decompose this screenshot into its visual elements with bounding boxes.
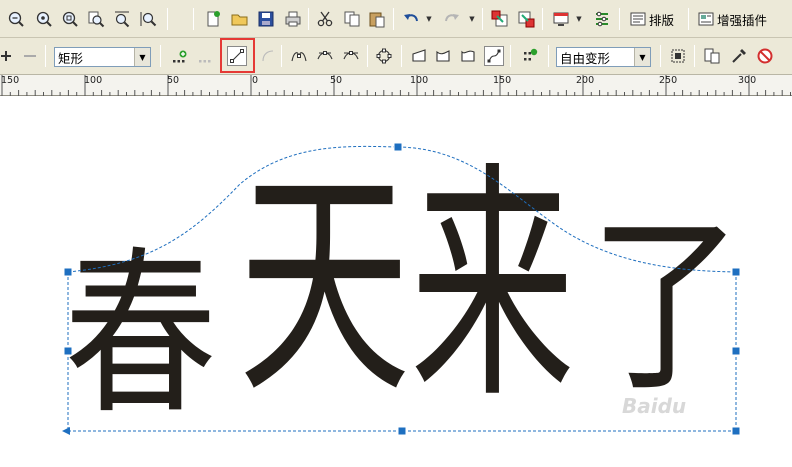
save-icon[interactable] (256, 9, 276, 29)
ruler-label: 100 (84, 75, 103, 86)
redo-icon[interactable] (442, 9, 462, 29)
toolbar-separator (167, 8, 168, 30)
toolbar-separator (482, 8, 483, 30)
standard-toolbar: ▼ ▼ ▼ 排版 增强插件 (0, 0, 792, 38)
toolbar-separator (510, 45, 511, 67)
join-nodes-icon[interactable] (170, 46, 190, 66)
shape-combo[interactable]: 矩形 ▼ (54, 47, 151, 67)
shape-combo-value: 矩形 (58, 50, 84, 66)
toolbar-separator (45, 45, 46, 67)
open-icon[interactable] (230, 9, 250, 29)
envelope-node-handle[interactable] (63, 267, 73, 277)
envelope-double-arc-icon[interactable] (458, 46, 478, 66)
horizontal-ruler: 150 100 50 0 50 100 150 200 250 300 (0, 75, 792, 96)
zoom-to-all-icon[interactable] (60, 9, 80, 29)
toolbar-separator (367, 45, 368, 67)
ruler-label: 150 (1, 75, 20, 86)
zoom-out-icon[interactable] (6, 9, 26, 29)
ruler-label: 200 (576, 75, 595, 86)
toolbar-separator (548, 45, 549, 67)
plugin-button[interactable]: 增强插件 (698, 8, 767, 30)
plugin-button-label: 增强插件 (717, 12, 768, 28)
application-launcher-icon[interactable] (551, 9, 571, 29)
transform-mode-value: 自由变形 (560, 50, 611, 66)
eyedropper-icon[interactable] (729, 46, 749, 66)
layout-button[interactable]: 排版 (630, 8, 674, 30)
highlight-box (220, 38, 255, 73)
toolbar-separator (660, 45, 661, 67)
plugin-icon (698, 12, 714, 26)
toolbar-separator (281, 45, 282, 67)
envelope-top-curve[interactable] (67, 145, 737, 273)
toolbar-separator (160, 45, 161, 67)
export-icon[interactable] (516, 9, 536, 29)
cut-icon[interactable] (315, 9, 335, 29)
print-icon[interactable] (283, 9, 303, 29)
toolbar-separator (308, 8, 309, 30)
launcher-dropdown-icon[interactable]: ▼ (575, 9, 583, 29)
toolbar-separator (619, 8, 620, 30)
symmetrical-node-icon[interactable] (341, 46, 361, 66)
property-bar: 矩形 ▼ 自由变形 ▼ (0, 38, 792, 75)
toolbar-separator (688, 8, 689, 30)
break-curve-icon[interactable] (196, 46, 216, 66)
copy-icon[interactable] (342, 9, 362, 29)
delete-node-icon[interactable] (20, 46, 40, 66)
envelope-node-handle[interactable] (397, 426, 407, 436)
watermark: Baidu (622, 394, 687, 418)
toolbar-separator (401, 45, 402, 67)
undo-icon[interactable] (401, 9, 421, 29)
ruler-label: 0 (252, 75, 259, 86)
to-curve-icon[interactable] (258, 46, 278, 66)
ruler-label: 100 (410, 75, 429, 86)
zoom-to-selected-icon[interactable] (34, 9, 54, 29)
envelope-node-handle[interactable] (63, 346, 73, 356)
envelope-straight-line-icon[interactable] (409, 46, 429, 66)
envelope-node-handle[interactable] (731, 426, 741, 436)
ruler-label: 250 (659, 75, 678, 86)
align-nodes-icon[interactable] (374, 46, 394, 66)
chevron-down-icon[interactable]: ▼ (634, 48, 650, 66)
redo-dropdown-icon[interactable]: ▼ (468, 9, 476, 29)
transform-mode-combo[interactable]: 自由变形 ▼ (556, 47, 651, 67)
envelope-unconstrained-icon[interactable] (484, 46, 504, 66)
create-envelope-from-icon[interactable] (668, 46, 688, 66)
toolbar-separator (694, 45, 695, 67)
toolbar-separator (193, 8, 194, 30)
paste-icon[interactable] (367, 9, 387, 29)
ruler-label: 150 (493, 75, 512, 86)
zoom-to-page-icon[interactable] (86, 9, 106, 29)
envelope-node-handle[interactable] (731, 267, 741, 277)
add-preset-icon[interactable] (520, 46, 540, 66)
envelope-node-handle[interactable] (731, 346, 741, 356)
zoom-to-page-height-icon[interactable] (138, 9, 158, 29)
new-document-icon[interactable] (203, 9, 223, 29)
layout-icon (630, 12, 646, 26)
drawing-canvas[interactable]: 春 天 来 了 Baidu (0, 96, 792, 467)
ruler-label: 50 (330, 75, 343, 86)
clear-envelope-icon[interactable] (755, 46, 775, 66)
convert-to-curves-icon[interactable] (702, 46, 722, 66)
ruler-label: 300 (738, 75, 757, 86)
envelope-single-arc-icon[interactable] (433, 46, 453, 66)
toolbar-separator (393, 8, 394, 30)
chevron-down-icon[interactable]: ▼ (134, 48, 150, 66)
smooth-node-icon[interactable] (315, 46, 335, 66)
undo-dropdown-icon[interactable]: ▼ (425, 9, 433, 29)
add-node-icon[interactable] (0, 46, 12, 66)
envelope-node-handle[interactable] (393, 142, 403, 152)
import-icon[interactable] (490, 9, 510, 29)
ruler-label: 50 (167, 75, 180, 86)
layout-button-label: 排版 (649, 12, 675, 28)
zoom-to-page-width-icon[interactable] (112, 9, 132, 29)
options-icon[interactable] (592, 9, 612, 29)
envelope-node-handle[interactable] (62, 427, 70, 435)
cusp-node-icon[interactable] (289, 46, 309, 66)
toolbar-separator (542, 8, 543, 30)
